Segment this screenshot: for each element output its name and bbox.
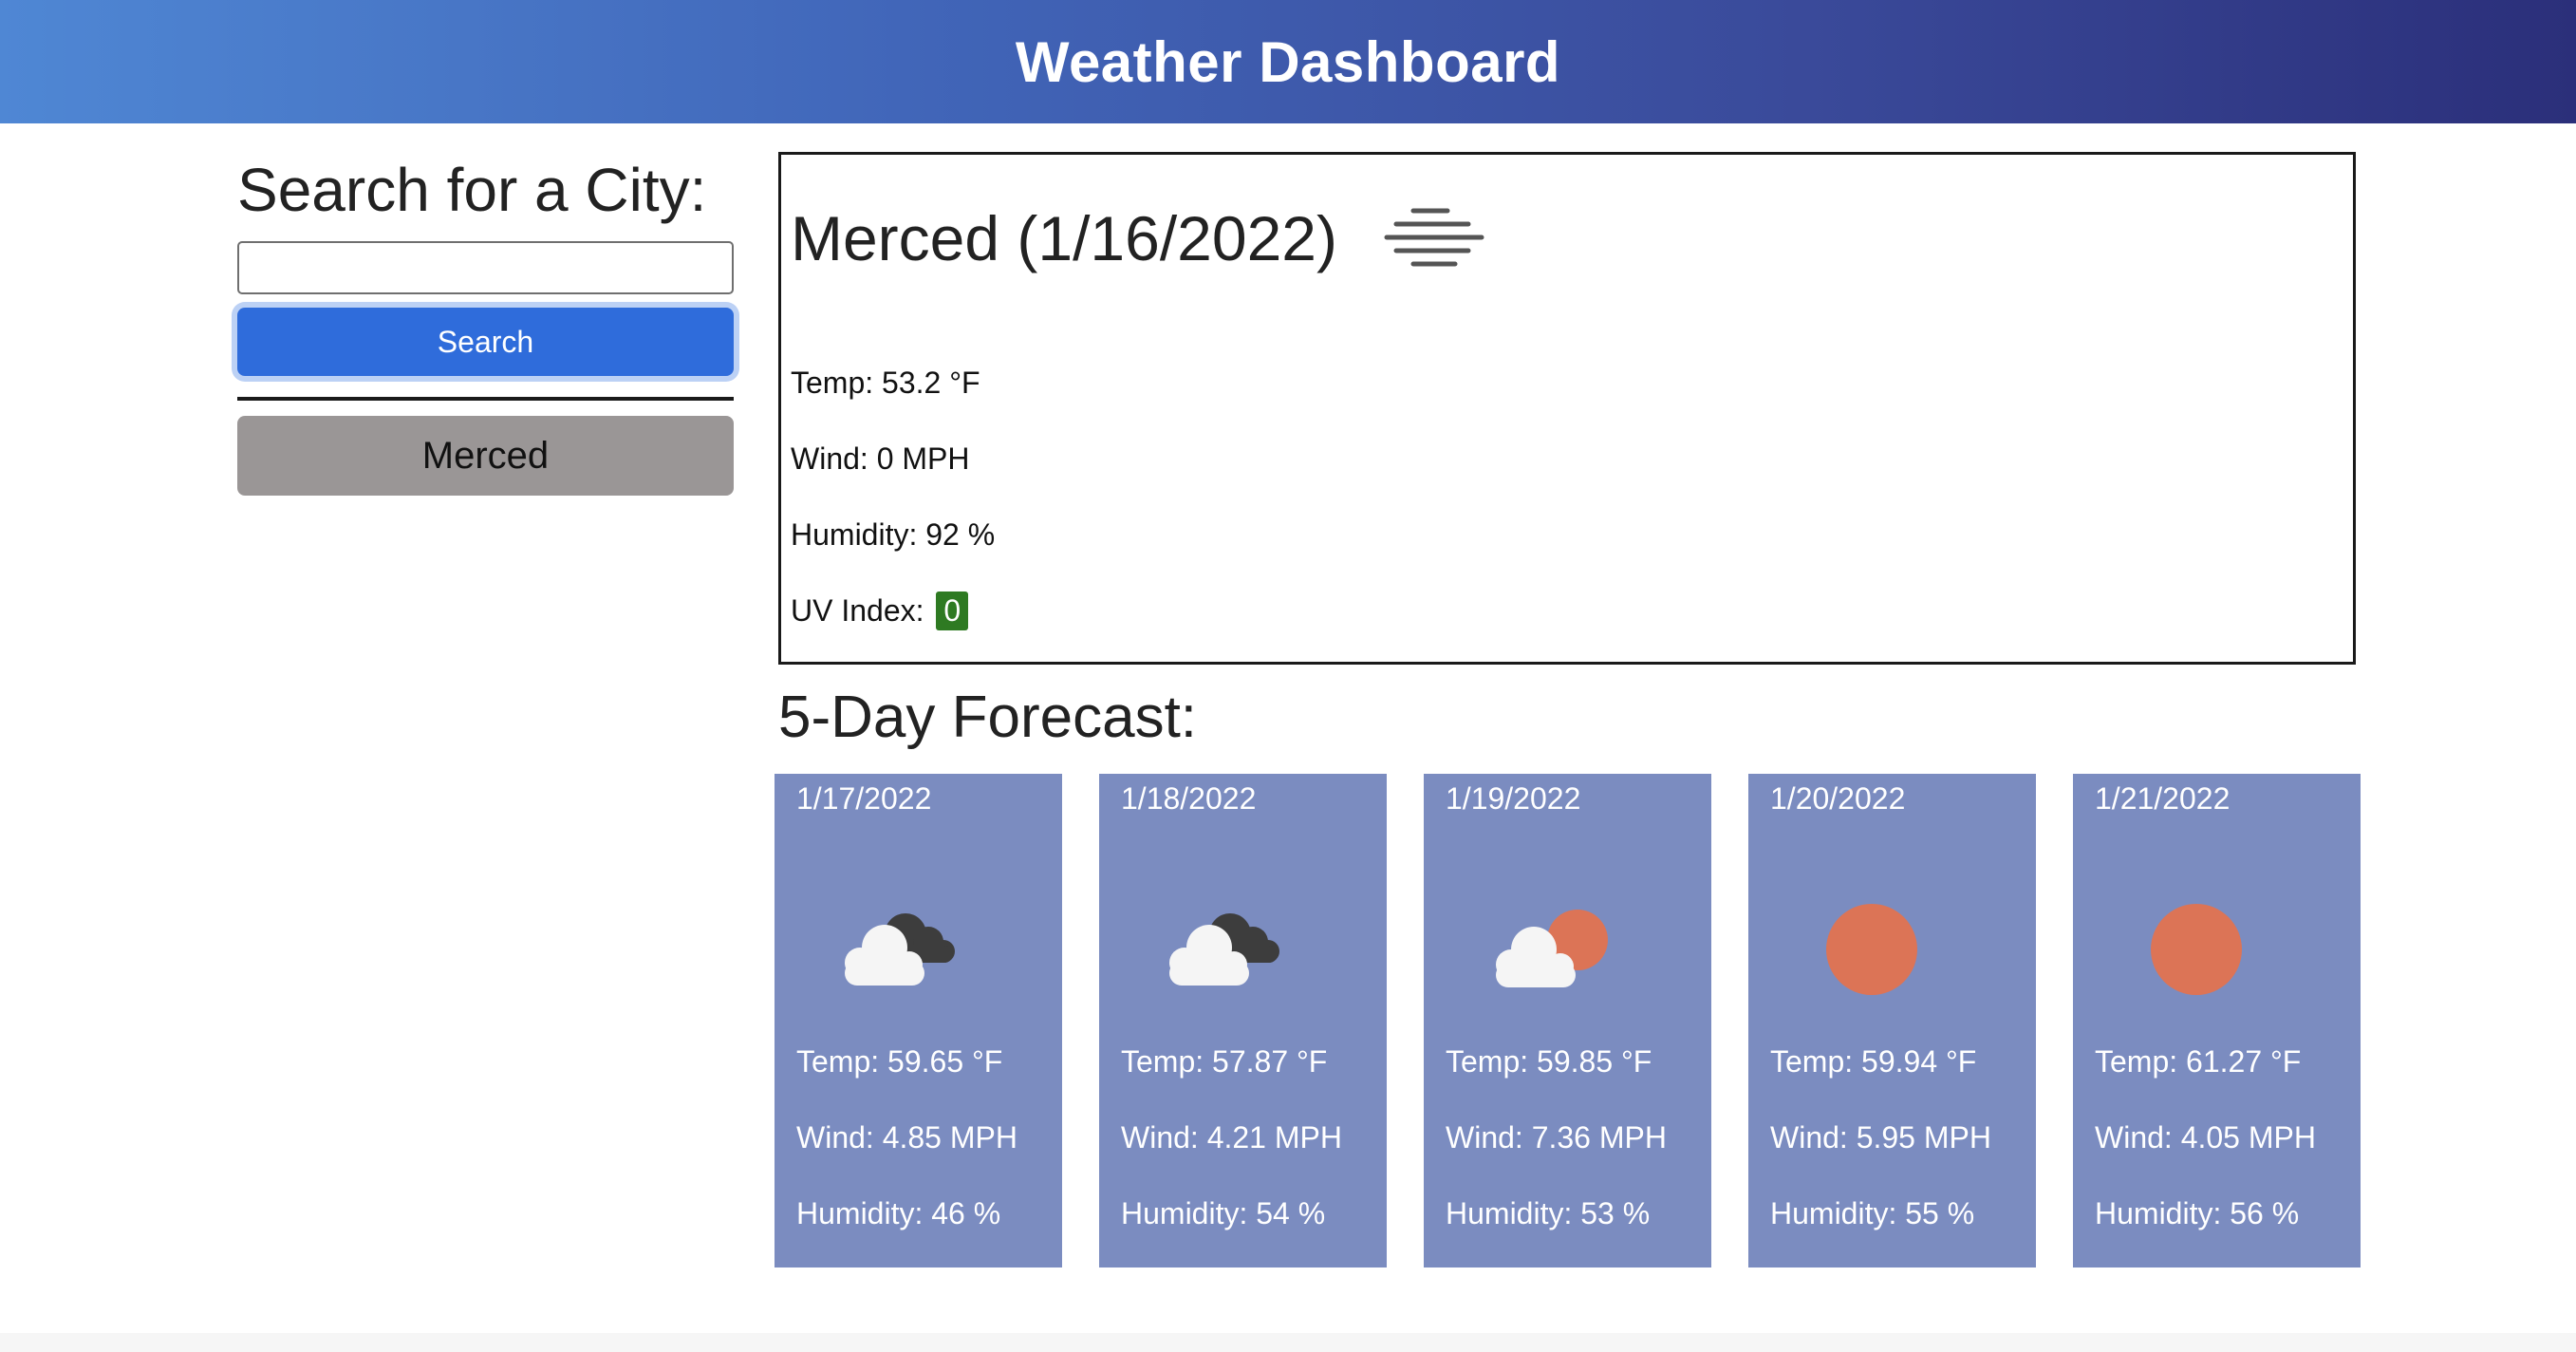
forecast-date: 1/17/2022 bbox=[796, 781, 932, 816]
broken-clouds-icon bbox=[1169, 913, 1279, 986]
forecast-temp: Temp: 57.87 °F bbox=[1121, 1044, 1328, 1079]
search-title: Search for a City: bbox=[237, 156, 707, 224]
forecast-date: 1/18/2022 bbox=[1121, 781, 1257, 816]
history-city-button[interactable]: Merced bbox=[237, 416, 734, 496]
forecast-title: 5-Day Forecast: bbox=[778, 685, 1198, 750]
few-clouds-icon bbox=[1496, 910, 1608, 987]
forecast-humidity: Humidity: 46 % bbox=[796, 1196, 1001, 1230]
current-wind: Wind: 0 MPH bbox=[791, 441, 970, 476]
forecast-card: 1/19/2022 Temp: 59.85 °F Wind: 7.36 MPH … bbox=[1424, 774, 1711, 1268]
forecast-wind: Wind: 7.36 MPH bbox=[1446, 1120, 1667, 1155]
forecast-wind: Wind: 4.85 MPH bbox=[796, 1120, 1017, 1155]
forecast-wind: Wind: 4.21 MPH bbox=[1121, 1120, 1342, 1155]
forecast-wind: Wind: 5.95 MPH bbox=[1770, 1120, 1991, 1155]
mist-icon bbox=[1384, 208, 1484, 267]
forecast-card: 1/18/2022 Temp: 57.87 °F Wind: 4.21 MPH … bbox=[1099, 774, 1387, 1268]
forecast-temp: Temp: 59.85 °F bbox=[1446, 1044, 1652, 1079]
uv-label: UV Index: bbox=[791, 593, 924, 628]
current-temp: Temp: 53.2 °F bbox=[791, 366, 980, 400]
forecast-temp: Temp: 61.27 °F bbox=[2095, 1044, 2302, 1079]
forecast-card: 1/21/2022 Temp: 61.27 °F Wind: 4.05 MPH … bbox=[2073, 774, 2361, 1268]
clear-sky-icon bbox=[1826, 904, 1917, 995]
broken-clouds-icon bbox=[845, 913, 955, 986]
current-humidity: Humidity: 92 % bbox=[791, 517, 996, 552]
forecast-wind: Wind: 4.05 MPH bbox=[2095, 1120, 2316, 1155]
forecast-date: 1/21/2022 bbox=[2095, 781, 2231, 816]
forecast-card: 1/17/2022 Temp: 59.65 °F Wind: 4.85 MPH … bbox=[775, 774, 1062, 1268]
app-header: Weather Dashboard bbox=[0, 0, 2576, 123]
clear-sky-icon bbox=[2151, 904, 2242, 995]
forecast-card: 1/20/2022 Temp: 59.94 °F Wind: 5.95 MPH … bbox=[1748, 774, 2036, 1268]
divider bbox=[237, 397, 734, 401]
page-footer-strip bbox=[0, 1333, 2576, 1352]
current-weather-panel: Merced (1/16/2022) Temp: 53.2 °F Wind: 0… bbox=[778, 152, 2356, 665]
search-sidebar: Search for a City: Search Merced bbox=[237, 152, 734, 496]
city-search-input[interactable] bbox=[237, 241, 734, 294]
uv-badge: 0 bbox=[936, 592, 969, 630]
forecast-humidity: Humidity: 55 % bbox=[1770, 1196, 1975, 1230]
forecast-date: 1/20/2022 bbox=[1770, 781, 1906, 816]
forecast-temp: Temp: 59.94 °F bbox=[1770, 1044, 1977, 1079]
forecast-humidity: Humidity: 56 % bbox=[2095, 1196, 2300, 1230]
forecast-humidity: Humidity: 53 % bbox=[1446, 1196, 1651, 1230]
forecast-temp: Temp: 59.65 °F bbox=[796, 1044, 1003, 1079]
current-city-date: Merced (1/16/2022) bbox=[791, 203, 1337, 273]
forecast-date: 1/19/2022 bbox=[1446, 781, 1581, 816]
page-title: Weather Dashboard bbox=[1015, 29, 1561, 94]
forecast-humidity: Humidity: 54 % bbox=[1121, 1196, 1326, 1230]
search-button[interactable]: Search bbox=[237, 308, 734, 376]
current-uv: UV Index: 0 bbox=[791, 592, 969, 630]
current-weather-header: Merced (1/16/2022) bbox=[791, 202, 1485, 274]
